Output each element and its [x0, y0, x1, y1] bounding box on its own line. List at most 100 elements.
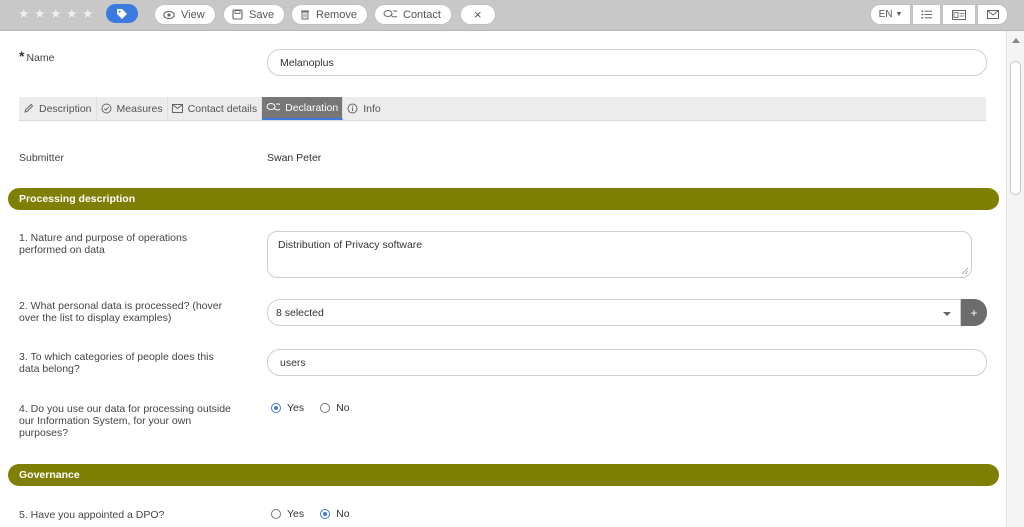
- tab-measures[interactable]: Measures: [97, 97, 168, 120]
- q4-label-line: purposes?: [19, 427, 69, 439]
- q1-label-line: 1. Nature and purpose of operations: [19, 232, 188, 244]
- tab-label: Info: [363, 102, 381, 115]
- q1-label: 1. Nature and purpose of operations perf…: [19, 232, 187, 256]
- name-label: Name: [26, 52, 55, 64]
- q5-label: 5. Have you appointed a DPO?: [19, 509, 165, 521]
- q4-radio-group: Yes No: [271, 402, 366, 414]
- email-button[interactable]: [977, 4, 1008, 25]
- card-view-button[interactable]: [942, 4, 976, 25]
- star-icon[interactable]: ★: [50, 7, 63, 20]
- q3-value: users: [280, 356, 306, 369]
- section-processing-description: Processing description: [8, 188, 999, 210]
- vertical-scrollbar[interactable]: [1006, 31, 1024, 527]
- q4-yes-option[interactable]: Yes: [271, 402, 304, 414]
- star-icon[interactable]: ★: [18, 7, 31, 20]
- q4-label-line: 4. Do you use our data for processing ou…: [19, 403, 231, 415]
- submitter-label: Submitter: [19, 152, 64, 164]
- pencil-icon: [24, 103, 34, 113]
- radio-yes[interactable]: [271, 509, 281, 519]
- q5-yes-option[interactable]: Yes: [271, 508, 304, 520]
- tab-declaration[interactable]: Declaration: [262, 97, 344, 120]
- star-icon[interactable]: ★: [66, 7, 79, 20]
- resize-handle-icon[interactable]: [961, 267, 969, 275]
- q5-radio-group: Yes No: [271, 508, 366, 520]
- tag-icon: [117, 8, 127, 19]
- star-icon[interactable]: ★: [34, 7, 47, 20]
- select-value: 8 selected: [276, 306, 324, 319]
- tab-bar: Description Measures Contact details Dec…: [19, 97, 986, 121]
- q1-value: Distribution of Privacy software: [278, 239, 423, 251]
- tab-label: Measures: [116, 102, 163, 115]
- q3-label-line: 3. To which categories of people does th…: [19, 351, 214, 363]
- eye-icon: [163, 10, 175, 19]
- q2-label: 2. What personal data is processed? (hov…: [19, 300, 222, 324]
- close-button[interactable]: ×: [460, 4, 496, 25]
- submitter-value: Swan Peter: [267, 152, 322, 164]
- chevron-down-icon: ▼: [895, 11, 903, 18]
- q4-no-option[interactable]: No: [320, 402, 350, 414]
- q2-label-line: over the list to display examples): [19, 312, 172, 324]
- tab-contact-details[interactable]: Contact details: [168, 97, 263, 120]
- q1-label-line: performed on data: [19, 244, 105, 256]
- radio-no[interactable]: [320, 509, 331, 519]
- q1-textarea[interactable]: Distribution of Privacy software: [267, 231, 972, 278]
- q4-label: 4. Do you use our data for processing ou…: [19, 403, 231, 439]
- tab-label: Contact details: [187, 102, 258, 115]
- q2-label-line: 2. What personal data is processed? (hov…: [19, 300, 223, 312]
- contact-label: Contact: [403, 8, 441, 21]
- tab-description[interactable]: Description: [19, 97, 97, 120]
- chevron-down-icon: [943, 312, 951, 316]
- plus-icon: +: [970, 305, 978, 320]
- list-icon: [921, 10, 932, 19]
- required-asterisk: *: [19, 48, 25, 64]
- chat-icon: [383, 10, 397, 18]
- add-personal-data-button[interactable]: +: [961, 299, 987, 326]
- save-label: Save: [249, 8, 275, 21]
- radio-label: No: [336, 402, 350, 414]
- tab-label: Description: [39, 102, 92, 115]
- people-categories-input[interactable]: users: [267, 349, 987, 376]
- contact-button[interactable]: Contact: [374, 4, 452, 25]
- envelope-icon: [986, 10, 999, 19]
- tab-label: Declaration: [285, 101, 339, 114]
- envelope-icon: [171, 104, 183, 113]
- radio-label: Yes: [287, 402, 305, 414]
- view-label: View: [181, 8, 205, 21]
- tab-info[interactable]: Info: [343, 97, 385, 120]
- remove-button[interactable]: Remove: [291, 4, 368, 25]
- list-view-button[interactable]: [912, 4, 941, 25]
- check-circle-icon: [101, 103, 112, 114]
- floppy-icon: [232, 9, 243, 20]
- name-label-wrapper: * Name: [19, 48, 55, 64]
- language-dropdown[interactable]: EN ▼: [870, 4, 911, 25]
- remove-label: Remove: [316, 8, 357, 21]
- close-icon: ×: [474, 7, 482, 22]
- name-input[interactable]: Melanoplus: [267, 49, 987, 76]
- q4-label-line: our Information System, for your own: [19, 415, 192, 427]
- view-button[interactable]: View: [154, 4, 216, 25]
- section-title: Governance: [19, 469, 80, 481]
- name-value: Melanoplus: [280, 56, 334, 69]
- scroll-up-icon[interactable]: [1012, 38, 1020, 43]
- star-icon[interactable]: ★: [82, 7, 95, 20]
- q3-label-line: data belong?: [19, 363, 80, 375]
- q5-no-option[interactable]: No: [320, 508, 350, 520]
- trash-icon: [301, 10, 309, 20]
- personal-data-select[interactable]: 8 selected: [267, 299, 961, 326]
- toolbar: ★ ★ ★ ★ ★ View Save Remove Contact × EN …: [0, 0, 1024, 31]
- id-card-icon: [952, 9, 966, 20]
- info-icon: [347, 103, 358, 114]
- scrollbar-thumb[interactable]: [1010, 61, 1021, 195]
- chat-icon: [266, 103, 281, 111]
- section-governance: Governance: [8, 464, 999, 486]
- radio-no[interactable]: [320, 403, 331, 413]
- radio-yes[interactable]: [271, 403, 281, 413]
- save-button[interactable]: Save: [223, 4, 286, 25]
- section-title: Processing description: [19, 193, 136, 205]
- radio-label: Yes: [287, 508, 305, 520]
- q3-label: 3. To which categories of people does th…: [19, 351, 214, 375]
- tag-button[interactable]: [106, 4, 138, 23]
- language-label: EN: [878, 9, 893, 20]
- radio-label: No: [336, 508, 350, 520]
- rating-stars[interactable]: ★ ★ ★ ★ ★: [18, 7, 95, 23]
